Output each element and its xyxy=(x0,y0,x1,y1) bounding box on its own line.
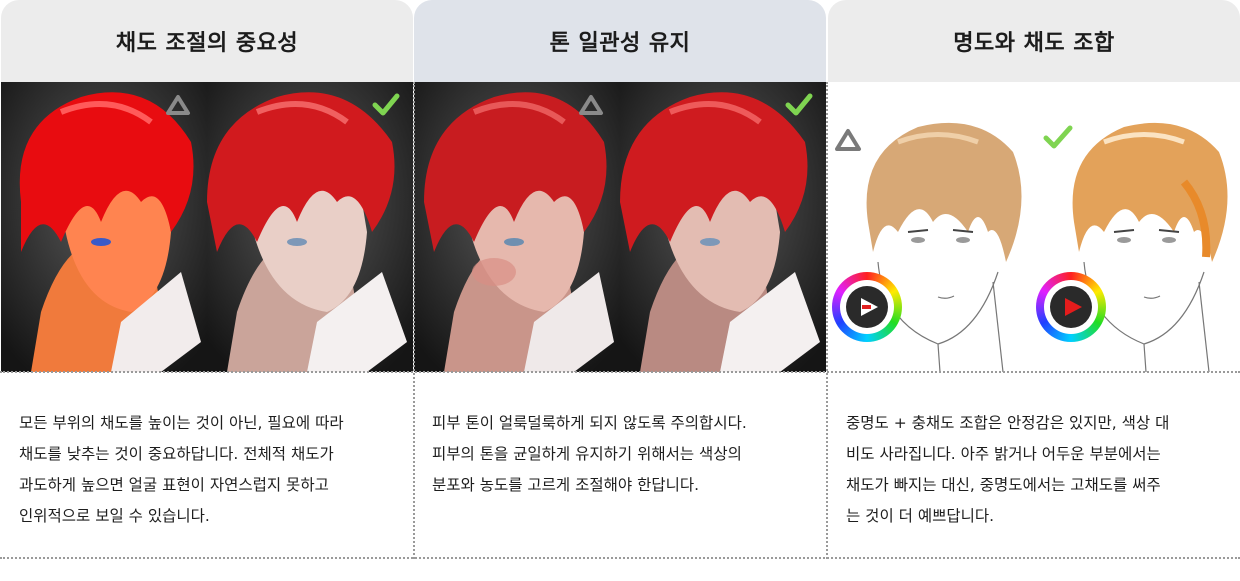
color-wheel-icon xyxy=(1036,272,1106,342)
divider xyxy=(413,82,415,559)
column-value-saturation: 명도와 채도 조합 중명도 + 충채도 조합은 안정감은 있지만, 색상 대 비… xyxy=(828,0,1240,560)
description-line: 과도하게 높으면 얼굴 표현이 자연스럽지 못하고 xyxy=(19,476,329,494)
divider xyxy=(0,557,1240,559)
description-line: 인위적으로 보일 수 있습니다. xyxy=(19,507,210,525)
illustration-tone xyxy=(414,82,826,372)
description-line: 피부의 톤을 균일하게 유지하기 위해서는 색상의 xyxy=(432,445,742,463)
color-wheel-icon xyxy=(832,272,902,342)
example-uneven-tone xyxy=(414,82,620,372)
description: 중명도 + 충채도 조합은 안정감은 있지만, 색상 대 비도 사라집니다. 아… xyxy=(828,372,1240,560)
check-icon xyxy=(372,93,400,116)
description: 모든 부위의 채도를 높이는 것이 아닌, 필요에 따라 채도를 낮추는 것이 … xyxy=(1,372,413,560)
description-line: 채도를 낮추는 것이 중요하답니다. 전체적 채도가 xyxy=(19,445,334,463)
triangle-icon xyxy=(166,95,190,115)
illustration-saturation xyxy=(1,82,413,372)
description-line: 비도 사라집니다. 아주 밝거나 어두운 부분에서는 xyxy=(846,445,1161,463)
column-title: 톤 일관성 유지 xyxy=(414,0,826,82)
example-balanced xyxy=(207,82,413,372)
example-oversaturated xyxy=(1,82,207,372)
divider xyxy=(0,371,1240,373)
illustration-value-saturation xyxy=(828,82,1240,372)
description-line: 중명도 + 충채도 조합은 안정감은 있지만, 색상 대 xyxy=(846,414,1170,432)
example-high-saturation xyxy=(1034,82,1240,372)
column-saturation: 채도 조절의 중요성 모든 부위의 채도를 높이는 것이 아닌, 필요에 따라 … xyxy=(1,0,413,560)
column-title: 채도 조절의 중요성 xyxy=(1,0,413,82)
description-line: 채도가 빠지는 대신, 중명도에서는 고채도를 써주 xyxy=(846,476,1161,494)
check-icon xyxy=(785,93,813,116)
divider xyxy=(826,82,828,559)
example-even-tone xyxy=(620,82,826,372)
description-line: 모든 부위의 채도를 높이는 것이 아닌, 필요에 따라 xyxy=(19,414,344,432)
description-line: 는 것이 더 예쁘답니다. xyxy=(846,507,995,525)
description-line: 피부 톤이 얼룩덜룩하게 되지 않도록 주의합시다. xyxy=(432,414,747,432)
description: 피부 톤이 얼룩덜룩하게 되지 않도록 주의합시다. 피부의 톤을 균일하게 유… xyxy=(414,372,826,560)
column-tone-consistency: 톤 일관성 유지 피부 톤이 얼룩덜룩하게 되지 않도록 주의합시다. 피부의 … xyxy=(414,0,826,560)
column-title: 명도와 채도 조합 xyxy=(828,0,1240,82)
check-icon xyxy=(1043,125,1073,149)
comparison-grid: 채도 조절의 중요성 모든 부위의 채도를 높이는 것이 아닌, 필요에 따라 … xyxy=(0,0,1240,581)
description-line: 분포와 농도를 고르게 조절해야 한답니다. xyxy=(432,476,700,494)
example-mid-value xyxy=(828,82,1034,372)
triangle-icon xyxy=(579,95,603,115)
triangle-icon xyxy=(835,129,861,151)
